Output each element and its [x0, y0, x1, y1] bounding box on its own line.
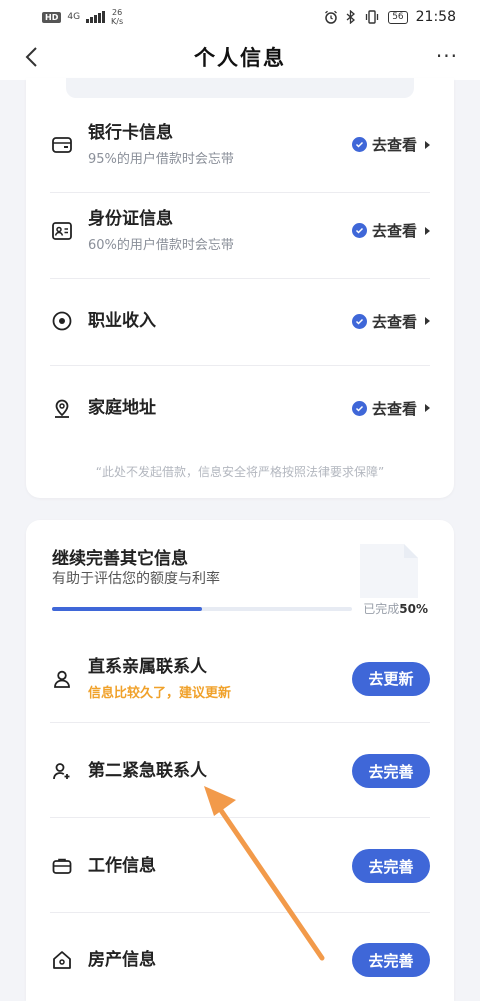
- divider: [50, 722, 430, 723]
- item-label: 职业收入: [88, 311, 156, 331]
- document-illustration-icon: [360, 544, 418, 598]
- bank-card-icon: [52, 136, 72, 153]
- section-subtitle: 有助于评估您的额度与利率: [52, 571, 220, 587]
- triangle-right-icon: [425, 140, 430, 149]
- nav-bar: 个人信息 ···: [0, 34, 480, 80]
- list-item-bank-card[interactable]: 银行卡信息 95%的用户借款时会忘带 去查看: [50, 122, 430, 167]
- network-speed: 26 K/s: [111, 8, 124, 26]
- divider: [50, 912, 430, 913]
- divider: [50, 817, 430, 818]
- view-button[interactable]: 去查看: [351, 311, 430, 332]
- complete-info-card: 继续完善其它信息 有助于评估您的额度与利率 已完成50% 直系亲属联系人 信息比…: [26, 520, 454, 1001]
- item-label: 第二紧急联系人: [88, 761, 207, 781]
- complete-button[interactable]: 去完善: [352, 754, 430, 788]
- list-item-direct-relative[interactable]: 直系亲属联系人 信息比较久了，建议更新 去更新: [50, 656, 430, 701]
- progress-bar: [52, 607, 352, 611]
- briefcase-icon: [52, 858, 72, 874]
- signal-icon: [86, 11, 106, 23]
- check-icon: [351, 400, 367, 416]
- section-title: 继续完善其它信息: [52, 549, 188, 569]
- item-subtitle: 60%的用户借款时会忘带: [88, 238, 234, 253]
- hd-badge: HD: [42, 11, 62, 23]
- network-type: 4G: [67, 11, 81, 22]
- target-icon: [52, 311, 72, 331]
- list-item-emergency-contact[interactable]: 第二紧急联系人 去完善: [50, 754, 430, 788]
- back-arrow-icon[interactable]: [22, 46, 42, 68]
- page-title: 个人信息: [194, 46, 286, 70]
- list-item-id-card[interactable]: 身份证信息 60%的用户借款时会忘带 去查看: [50, 208, 430, 253]
- update-button[interactable]: 去更新: [352, 661, 430, 696]
- person-add-icon: [53, 763, 70, 780]
- check-icon: [351, 223, 367, 238]
- item-label: 身份证信息: [88, 209, 173, 229]
- list-item-home-address[interactable]: 家庭地址 去查看: [50, 396, 430, 420]
- item-label: 银行卡信息: [88, 123, 173, 143]
- complete-button[interactable]: 去完善: [352, 943, 430, 977]
- alarm-icon: [325, 10, 338, 24]
- list-item-property-info[interactable]: 房产信息 去完善: [50, 943, 430, 977]
- item-subtitle: 95%的用户借款时会忘带: [88, 152, 234, 167]
- divider: [50, 192, 430, 193]
- house-icon: [53, 951, 71, 969]
- triangle-right-icon: [425, 317, 430, 325]
- view-button[interactable]: 去查看: [351, 220, 430, 241]
- status-bar: HD 4G 26 K/s 56 21:58: [0, 0, 480, 34]
- vibrate-icon: [366, 10, 379, 24]
- item-label: 房产信息: [88, 950, 156, 970]
- divider: [50, 365, 430, 366]
- bluetooth-icon: [346, 10, 356, 24]
- security-notice: “此处不发起借款，信息安全将严格按照法律要求保障”: [95, 465, 385, 479]
- id-card-icon: [52, 221, 72, 240]
- complete-button[interactable]: 去完善: [352, 849, 430, 883]
- check-icon: [351, 137, 367, 152]
- view-button[interactable]: 去查看: [351, 398, 430, 419]
- item-label: 家庭地址: [88, 398, 156, 418]
- person-icon: [54, 670, 70, 688]
- list-item-work-info[interactable]: 工作信息 去完善: [50, 849, 430, 883]
- item-label: 直系亲属联系人: [88, 657, 207, 677]
- triangle-right-icon: [425, 226, 430, 235]
- card-top-edge: [66, 78, 414, 98]
- triangle-right-icon: [425, 404, 430, 412]
- battery-icon: 56: [388, 10, 408, 24]
- verified-info-card: 银行卡信息 95%的用户借款时会忘带 去查看 身份证信息 60%的用户借款时会忘…: [26, 78, 454, 498]
- item-label: 工作信息: [88, 856, 156, 876]
- item-warning: 信息比较久了，建议更新: [88, 686, 232, 701]
- location-pin-icon: [55, 399, 69, 418]
- progress-label: 已完成50%: [363, 602, 428, 616]
- divider: [50, 278, 430, 279]
- check-icon: [351, 313, 367, 329]
- view-button[interactable]: 去查看: [351, 134, 430, 155]
- clock: 21:58: [415, 9, 456, 25]
- more-icon[interactable]: ···: [436, 44, 458, 68]
- list-item-income[interactable]: 职业收入 去查看: [50, 309, 430, 333]
